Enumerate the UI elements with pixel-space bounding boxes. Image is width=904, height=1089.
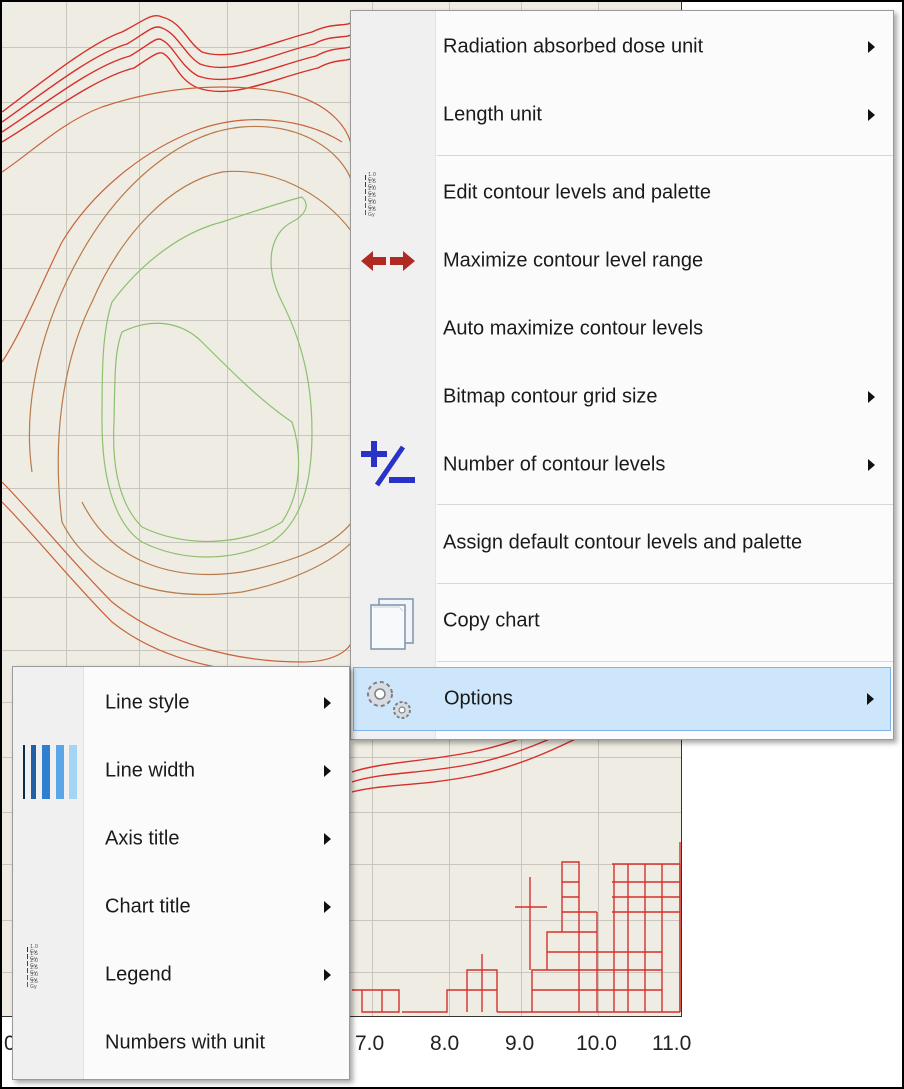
menu-item-assign-default[interactable]: Assign default contour levels and palett… xyxy=(351,511,893,575)
menu-item-radiation-dose-unit[interactable]: Radiation absorbed dose unit xyxy=(351,15,893,79)
menu-item-edit-contour-levels[interactable]: 1.0 Gy 1.5 Gy 2.0 Gy 2.5 Gy 3.0 Gy 3.5 G… xyxy=(351,161,893,225)
submenu-arrow-icon xyxy=(868,459,875,471)
menu-item-maximize-range[interactable]: Maximize contour level range xyxy=(351,229,893,293)
x-tick-label: 10.0 xyxy=(576,1032,617,1055)
menu-item-label: Maximize contour level range xyxy=(443,249,704,272)
contour-line xyxy=(113,322,300,543)
menu-item-chart-title[interactable]: Chart title xyxy=(13,875,349,939)
menu-separator xyxy=(437,661,893,662)
contour-legend-icon: 1.0 Gy 1.5 Gy 2.0 Gy 2.5 Gy 3.0 Gy 3.5 G… xyxy=(365,173,376,218)
menu-item-label: Line style xyxy=(105,691,190,714)
chart-context-menu: Radiation absorbed dose unit Length unit… xyxy=(350,10,894,740)
menu-item-label: Length unit xyxy=(443,103,542,126)
application-frame: 0 7.0 8.0 9.0 10.0 11.0 Radiation absorb… xyxy=(0,0,904,1089)
menu-item-label: Auto maximize contour levels xyxy=(443,317,704,340)
menu-item-axis-title[interactable]: Axis title xyxy=(13,807,349,871)
menu-separator xyxy=(437,504,893,505)
menu-item-copy-chart[interactable]: Copy chart xyxy=(351,589,893,653)
x-tick-label: 11.0 xyxy=(652,1032,692,1055)
menu-item-line-width[interactable]: Line width xyxy=(13,739,349,803)
menu-item-label: Assign default contour levels and palett… xyxy=(443,531,803,554)
contour-line xyxy=(101,196,313,558)
submenu-arrow-icon xyxy=(868,391,875,403)
menu-item-label: Copy chart xyxy=(443,609,540,632)
menu-item-line-style[interactable]: Line style xyxy=(13,671,349,735)
menu-item-number-contour-levels[interactable]: Number of contour levels xyxy=(351,433,893,497)
contour-line xyxy=(81,501,353,575)
menu-item-options[interactable]: Options xyxy=(353,667,891,731)
submenu-arrow-icon xyxy=(867,693,874,705)
menu-item-label: Options xyxy=(444,687,513,710)
menu-item-label: Number of contour levels xyxy=(443,453,666,476)
contour-line xyxy=(2,38,353,133)
menu-item-label: Numbers with unit xyxy=(105,1031,266,1054)
menu-separator xyxy=(437,155,893,156)
submenu-arrow-icon xyxy=(324,901,331,913)
x-tick-label: 8.0 xyxy=(430,1032,460,1055)
menu-item-auto-maximize[interactable]: Auto maximize contour levels xyxy=(351,297,893,361)
bitmap-contour xyxy=(497,861,681,1013)
gears-icon xyxy=(367,681,411,719)
menu-item-length-unit[interactable]: Length unit xyxy=(351,83,893,147)
line-width-icon xyxy=(23,745,77,799)
contour-line xyxy=(61,521,353,595)
menu-item-numbers-with-unit[interactable]: Numbers with unit xyxy=(13,1011,349,1075)
menu-item-label: Chart title xyxy=(105,895,191,918)
bitmap-contour xyxy=(352,954,498,1013)
menu-item-label: Radiation absorbed dose unit xyxy=(443,35,704,58)
menu-separator xyxy=(437,583,893,584)
submenu-arrow-icon xyxy=(324,765,331,777)
contour-line xyxy=(2,15,353,113)
contour-line xyxy=(2,86,353,173)
options-submenu: Line style Line width Axis title Chart t… xyxy=(12,666,350,1080)
submenu-arrow-icon xyxy=(324,697,331,709)
menu-item-label: Edit contour levels and palette xyxy=(443,181,711,204)
menu-item-legend[interactable]: 1.0 Gy 1.5 Gy 2.0 Gy 2.5 Gy 3.0 Gy 3.5 G… xyxy=(13,943,349,1007)
submenu-arrow-icon xyxy=(324,833,331,845)
contour-line xyxy=(2,52,353,143)
contour-legend-icon: 1.0 Gy 1.5 Gy 2.0 Gy 2.5 Gy 3.0 Gy 3.5 G… xyxy=(27,945,38,990)
contour-line xyxy=(28,125,353,473)
submenu-arrow-icon xyxy=(868,41,875,53)
menu-item-label: Axis title xyxy=(105,827,180,850)
double-arrow-icon xyxy=(361,251,415,271)
menu-item-label: Bitmap contour grid size xyxy=(443,385,658,408)
plus-minus-icon xyxy=(361,441,415,487)
contour-line xyxy=(2,501,353,676)
menu-item-label: Legend xyxy=(105,963,172,986)
copy-icon xyxy=(370,598,414,650)
menu-item-bitmap-grid-size[interactable]: Bitmap contour grid size xyxy=(351,365,893,429)
contour-line xyxy=(57,170,353,523)
submenu-arrow-icon xyxy=(324,969,331,981)
x-tick-label: 7.0 xyxy=(355,1032,385,1055)
x-tick-label: 9.0 xyxy=(505,1032,535,1055)
submenu-arrow-icon xyxy=(868,109,875,121)
menu-item-label: Line width xyxy=(105,759,196,782)
